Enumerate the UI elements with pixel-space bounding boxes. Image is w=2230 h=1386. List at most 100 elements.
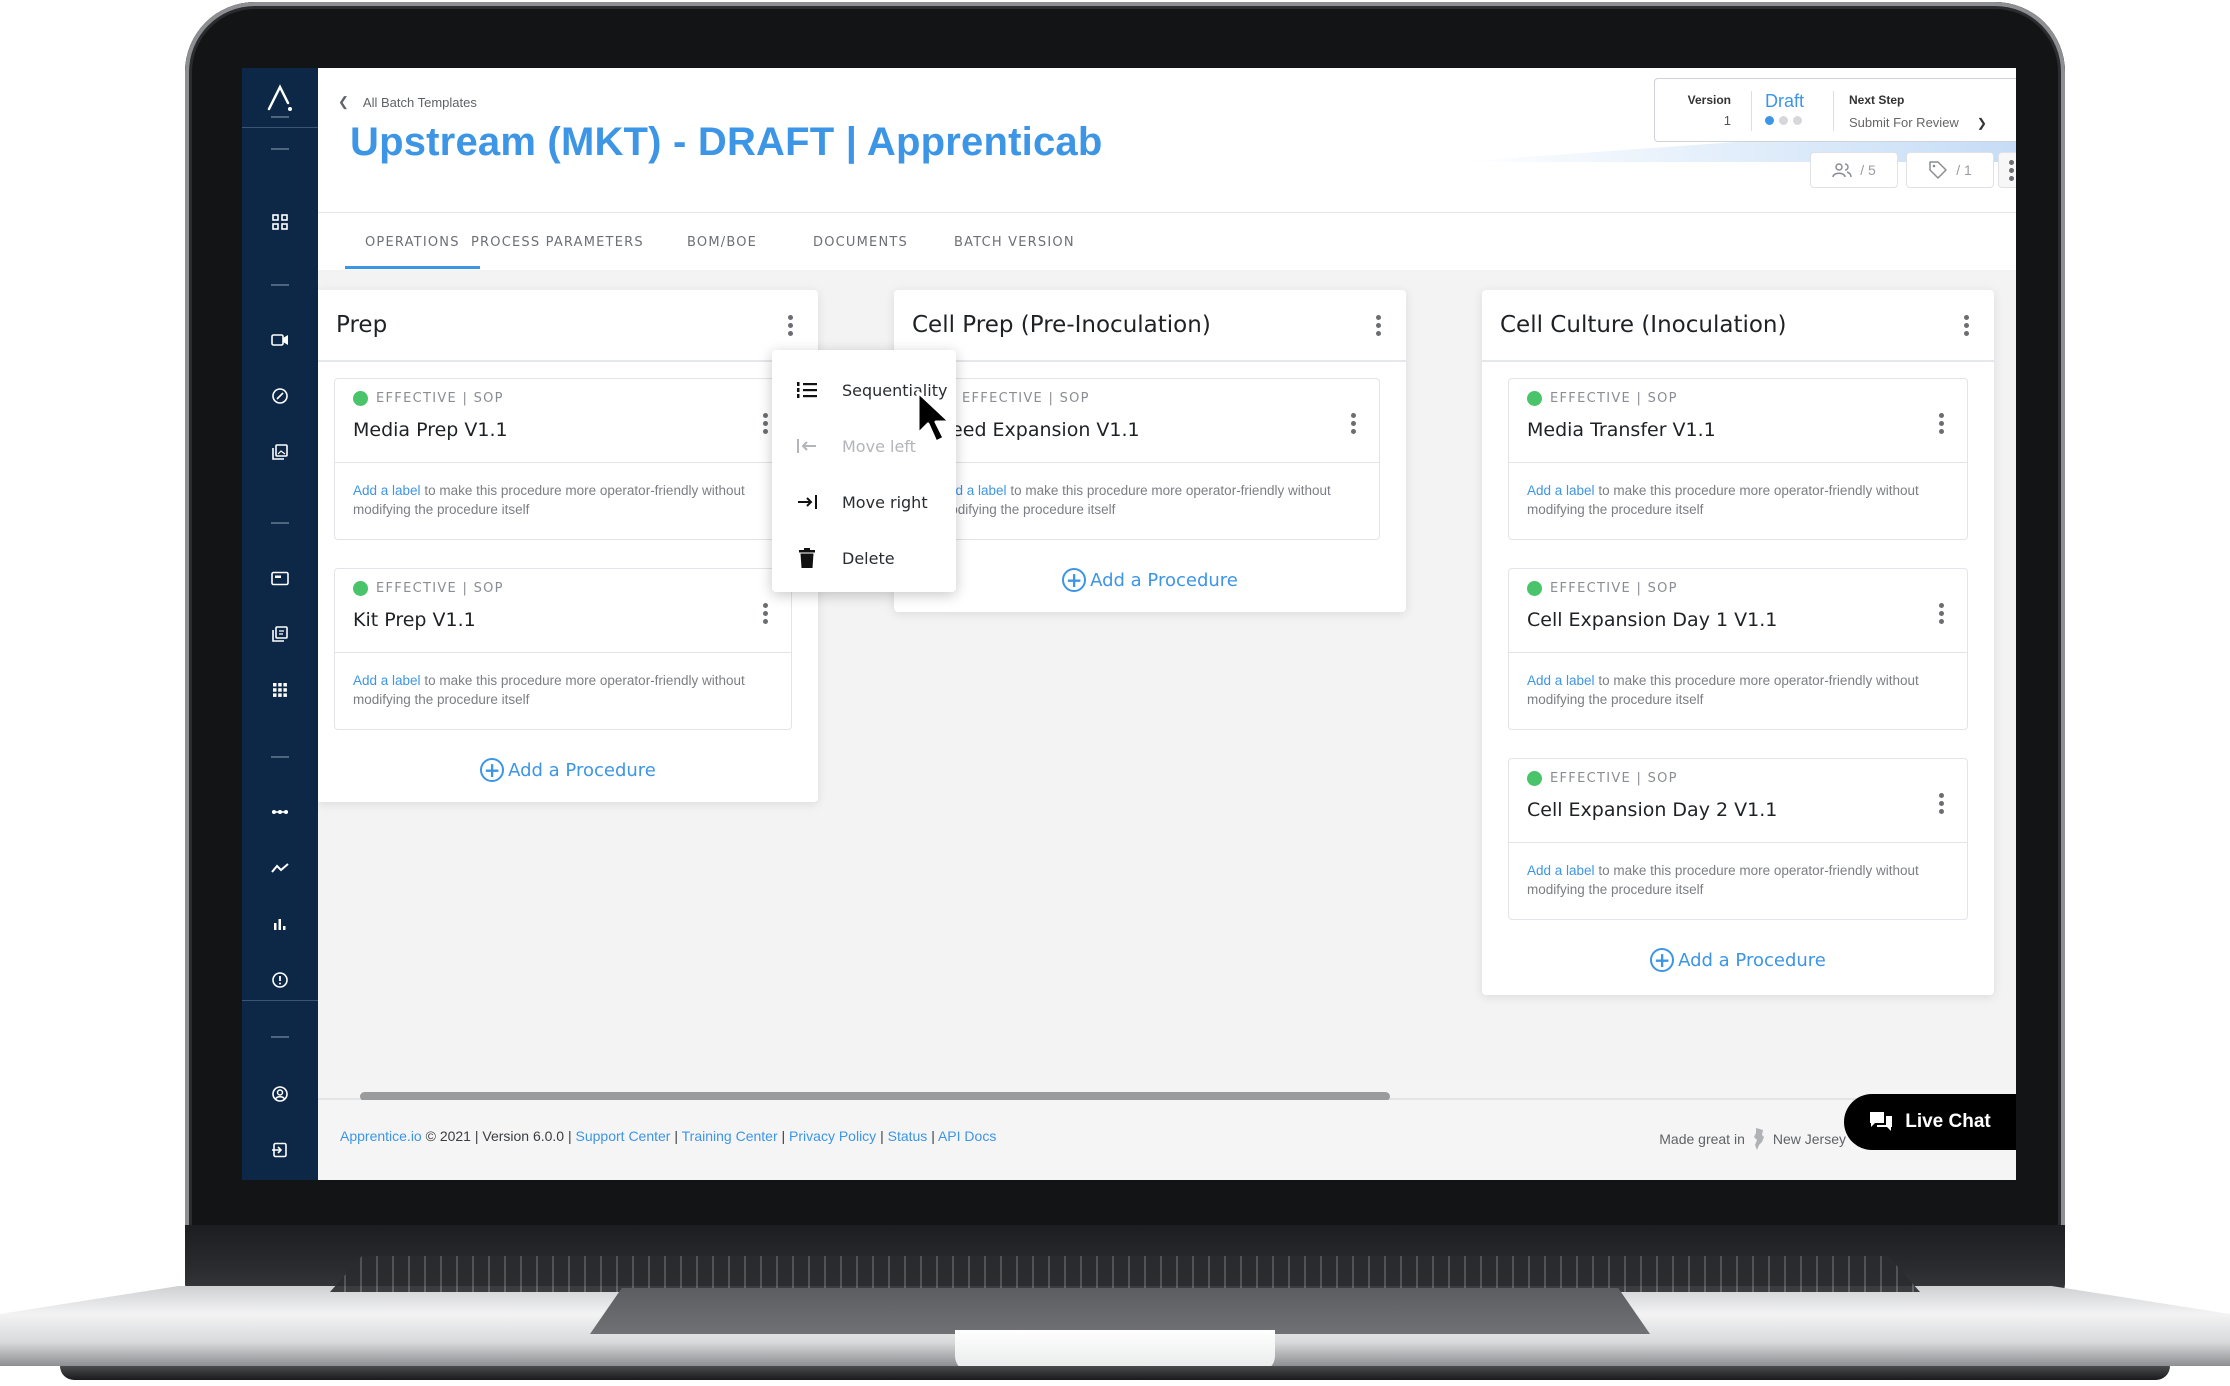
procedure-menu-button[interactable]	[1933, 409, 1949, 437]
procedure-card[interactable]: EFFECTIVE | SOP Media Prep V1.1 Add a la…	[334, 378, 792, 540]
sidebar-item-alerts[interactable]	[242, 966, 318, 994]
apprentice-logo[interactable]	[242, 68, 318, 128]
sidebar-item-video[interactable]	[242, 326, 318, 354]
column-menu-button[interactable]	[1958, 311, 1974, 339]
gauge-icon	[272, 388, 288, 404]
add-procedure-button[interactable]: + Add a Procedure	[894, 540, 1406, 620]
status-dot-icon	[1527, 771, 1542, 786]
api-docs-link[interactable]: API Docs	[938, 1128, 996, 1144]
operation-column: Cell Culture (Inoculation) EFFECTIVE | S…	[1482, 290, 1994, 995]
procedure-status: EFFECTIVE | SOP	[1550, 581, 1678, 596]
operations-board: Prep EFFECTIVE | SOP Media Prep V1.1 Add…	[318, 270, 2016, 1080]
image-gallery-icon	[272, 444, 288, 460]
next-step-button[interactable]: Next Step Submit For Review ❯	[1849, 93, 1987, 130]
sidebar-item-gallery[interactable]	[242, 438, 318, 466]
procedure-status: EFFECTIVE | SOP	[1550, 771, 1678, 786]
procedure-card[interactable]: EFFECTIVE | SOP Media Transfer V1.1 Add …	[1508, 378, 1968, 540]
sidebar-divider	[242, 1000, 318, 1001]
sidebar-item-apps[interactable]	[242, 676, 318, 704]
sidebar-item-analytics[interactable]	[242, 910, 318, 938]
plus-circle-icon: +	[1650, 948, 1675, 972]
procedure-card[interactable]: EFFECTIVE | SOP Kit Prep V1.1 Add a labe…	[334, 568, 792, 730]
procedure-menu-button[interactable]	[1345, 409, 1361, 437]
sidebar-separator	[271, 148, 289, 150]
privacy-policy-link[interactable]: Privacy Policy	[789, 1128, 876, 1144]
apps-grid-icon	[273, 683, 287, 697]
menu-item-delete[interactable]: Delete	[772, 530, 956, 586]
documents-icon	[272, 626, 288, 642]
training-center-link[interactable]: Training Center	[682, 1128, 778, 1144]
made-in-place: New Jersey	[1772, 1131, 1846, 1147]
tab-process-parameters[interactable]: PROCESS PARAMETERS	[471, 213, 644, 271]
tab-bom-boe[interactable]: BOM/BOE	[687, 213, 757, 271]
sidebar-separator	[271, 116, 289, 118]
column-menu-button[interactable]	[782, 311, 798, 339]
sidebar-item-timeline[interactable]	[242, 798, 318, 826]
procedure-menu-button[interactable]	[1933, 599, 1949, 627]
state-progress	[1765, 116, 1804, 125]
tab-operations[interactable]: OPERATIONS	[345, 213, 480, 271]
status-divider	[1833, 91, 1834, 131]
procedure-card[interactable]: EFFECTIVE | SOP Cell Expansion Day 1 V1.…	[1508, 568, 1968, 730]
operation-column: Cell Prep (Pre-Inoculation) EFFECTIVE | …	[894, 290, 1406, 612]
footer-links: Apprentice.io © 2021 | Version 6.0.0 | S…	[340, 1128, 997, 1144]
status-dot-icon	[1527, 391, 1542, 406]
sidebar-separator	[271, 522, 289, 524]
sidebar-item-documents[interactable]	[242, 620, 318, 648]
version-label: Version	[1687, 93, 1731, 107]
procedure-card[interactable]: EFFECTIVE | SOP Cell Expansion Day 2 V1.…	[1508, 758, 1968, 920]
column-menu-button[interactable]	[1370, 311, 1386, 339]
procedure-name: Media Transfer V1.1	[1527, 419, 1716, 441]
tab-documents[interactable]: DOCUMENTS	[813, 213, 908, 271]
progress-dot	[1779, 116, 1788, 125]
sidebar-item-dashboard[interactable]	[242, 208, 318, 236]
tags-count: / 1	[1956, 162, 1972, 178]
add-label-link[interactable]: Add a label	[353, 483, 421, 498]
card-icon	[271, 571, 289, 585]
account-icon	[272, 1086, 288, 1102]
plus-circle-icon: +	[480, 758, 505, 782]
sidebar-item-cards[interactable]	[242, 564, 318, 592]
users-button[interactable]: / 5	[1810, 152, 1898, 188]
tags-button[interactable]: / 1	[1906, 152, 1994, 188]
sidebar-separator	[271, 1036, 289, 1038]
procedure-name: Seed Expansion V1.1	[939, 419, 1140, 441]
procedure-name: Cell Expansion Day 1 V1.1	[1527, 609, 1778, 631]
add-procedure-button[interactable]: + Add a Procedure	[318, 730, 818, 810]
procedure-card[interactable]: EFFECTIVE | SOP Seed Expansion V1.1 Add …	[920, 378, 1380, 540]
sidebar-item-gauge[interactable]	[242, 382, 318, 410]
add-label-link[interactable]: Add a label	[1527, 673, 1595, 688]
sidebar	[242, 68, 318, 1180]
sidebar-item-logout[interactable]	[242, 1136, 318, 1164]
add-label-link[interactable]: Add a label	[353, 673, 421, 688]
menu-item-move-right[interactable]: Move right	[772, 474, 956, 530]
sidebar-item-account[interactable]	[242, 1080, 318, 1108]
next-step-value: Submit For Review	[1849, 115, 1959, 130]
procedure-menu-button[interactable]	[757, 409, 773, 437]
sidebar-separator	[271, 284, 289, 286]
copyright-text: © 2021 | Version 6.0.0 |	[421, 1128, 576, 1144]
procedure-menu-button[interactable]	[1933, 789, 1949, 817]
brand-link[interactable]: Apprentice.io	[340, 1128, 422, 1144]
live-chat-button[interactable]: Live Chat	[1844, 1094, 2016, 1150]
support-center-link[interactable]: Support Center	[576, 1128, 671, 1144]
more-options-button[interactable]	[1998, 152, 2016, 188]
add-procedure-button[interactable]: + Add a Procedure	[1482, 920, 1994, 1000]
made-in: Made great in New Jersey	[1659, 1128, 1846, 1150]
logo-icon	[267, 83, 292, 111]
breadcrumb-link[interactable]: All Batch Templates	[363, 95, 477, 110]
add-label-link[interactable]: Add a label	[1527, 483, 1595, 498]
laptop-trackpad	[590, 1288, 1650, 1334]
status-link[interactable]: Status	[888, 1128, 928, 1144]
bar-chart-icon	[274, 919, 286, 930]
page-header: ❮ All Batch Templates Upstream (MKT) - D…	[318, 68, 2016, 212]
tab-batch-version[interactable]: BATCH VERSION	[954, 213, 1075, 271]
sidebar-item-trends[interactable]	[242, 854, 318, 882]
breadcrumb[interactable]: ❮ All Batch Templates	[338, 94, 477, 110]
chat-bubbles-icon	[1870, 1112, 1893, 1131]
move-left-icon	[797, 439, 816, 453]
add-label-link[interactable]: Add a label	[1527, 863, 1595, 878]
kebab-icon	[2003, 156, 2016, 184]
video-camera-icon	[271, 334, 288, 346]
procedure-menu-button[interactable]	[757, 599, 773, 627]
